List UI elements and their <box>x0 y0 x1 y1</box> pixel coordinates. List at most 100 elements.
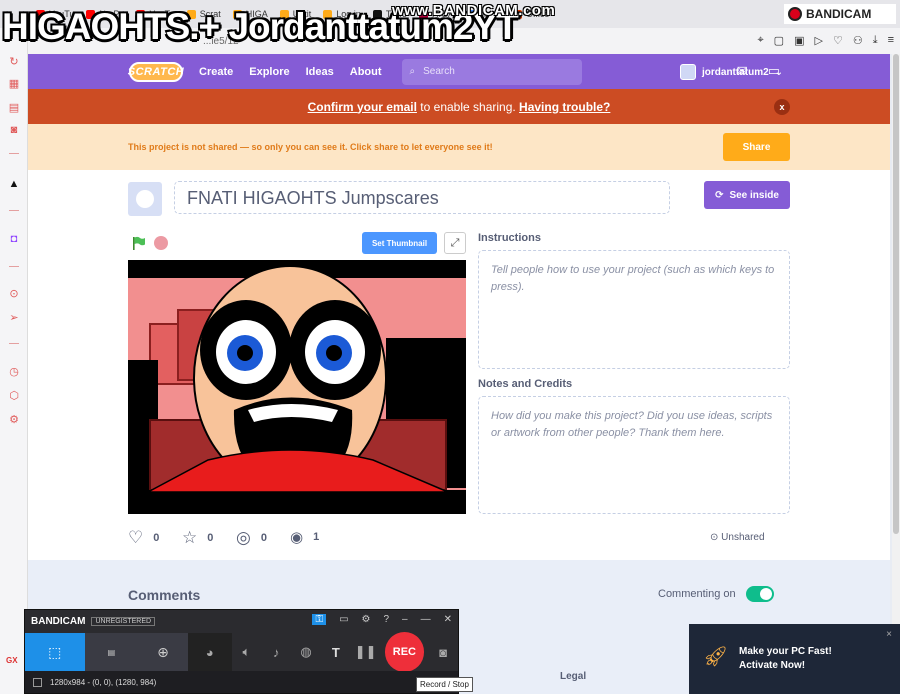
game-mode-button[interactable]: ⊕ <box>138 633 188 671</box>
see-inside-button[interactable]: ⟳ See inside <box>704 181 790 209</box>
nav-link-about[interactable]: About <box>350 66 382 78</box>
mouse-click-button[interactable]: ◍ <box>291 633 321 671</box>
sidebar-divider <box>9 343 19 344</box>
search-placeholder: Search <box>423 66 455 77</box>
heart-icon[interactable]: ♡ <box>833 34 843 47</box>
capture-resolution: 1280x984 - (0, 0), (1280, 984) <box>50 677 157 687</box>
minimize-small-icon[interactable]: – <box>402 614 408 625</box>
player-icon[interactable]: ⊙ <box>8 288 20 300</box>
project-page: FNATI HIGAOHTS Jumpscares ⟳ See inside S… <box>28 170 890 560</box>
close-icon[interactable]: × <box>886 629 892 640</box>
nav-link-ideas[interactable]: Ideas <box>306 66 334 78</box>
share-status: ⊙ Unshared <box>710 532 765 543</box>
favorite-count: 0 <box>207 532 214 544</box>
nav-link-create[interactable]: Create <box>199 66 233 78</box>
bandicam-status-bar: 1280x984 - (0, 0), (1280, 984) <box>25 671 458 693</box>
help-icon[interactable]: ? <box>383 614 389 625</box>
record-dot-icon <box>788 7 802 21</box>
love-stat[interactable]: ♡ 0 <box>128 528 159 548</box>
notes-credits-textarea[interactable]: How did you make this project? Did you u… <box>478 396 790 514</box>
bandicam-logo: BANDICAM <box>31 615 86 627</box>
share-status-text: Unshared <box>721 532 765 543</box>
project-owner-avatar[interactable] <box>128 182 162 216</box>
settings-icon[interactable]: ⚙ <box>362 614 371 625</box>
rocket-icon: 🚀︎ <box>703 646 729 668</box>
pause-button[interactable]: ❚❚ <box>351 633 381 671</box>
set-thumbnail-button[interactable]: Set Thumbnail <box>362 232 437 254</box>
speaker-button[interactable]: 🔈︎ <box>232 633 262 671</box>
send-icon[interactable]: ➢ <box>8 312 20 324</box>
sidebar-divider <box>9 153 19 154</box>
bandicam-watermark-logo: BANDICAM <box>784 4 896 24</box>
username: jordanttatum2 <box>702 66 769 78</box>
history-icon[interactable]: ↻ <box>8 56 20 68</box>
bag-icon[interactable]: ▤ <box>8 102 20 114</box>
account-icon[interactable]: ⚇ <box>853 34 863 47</box>
remix-count: 0 <box>260 532 267 544</box>
close-icon[interactable]: x <box>774 99 790 115</box>
confirm-email-link[interactable]: Confirm your email <box>308 100 417 114</box>
folder-icon[interactable]: ▭ <box>339 614 348 625</box>
commenting-toggle-row: Commenting on <box>658 586 774 602</box>
scratch-logo[interactable]: SCRATCH <box>128 61 184 82</box>
download-icon[interactable]: ⤓ <box>873 34 878 47</box>
scratch-nav-bar: SCRATCH Create Explore Ideas About ⌕ Sea… <box>28 54 890 89</box>
commenting-label: Commenting on <box>658 588 736 600</box>
gaming-icon[interactable]: ▦ <box>8 78 20 90</box>
sidebar-divider <box>9 266 19 267</box>
play-icon[interactable]: ▷ <box>814 34 822 47</box>
toast-title: Make your PC Fast! <box>739 646 832 657</box>
project-title-input[interactable]: FNATI HIGAOHTS Jumpscares <box>174 181 670 214</box>
commenting-toggle[interactable] <box>745 586 774 602</box>
twitch-icon[interactable]: ◘ <box>8 233 20 245</box>
gamepad-icon: ⊕ <box>157 643 169 660</box>
minimize-icon[interactable]: — <box>421 614 431 625</box>
nav-link-explore[interactable]: Explore <box>249 66 289 78</box>
messenger-icon[interactable]: ◙ <box>8 124 20 136</box>
settings-icon[interactable]: ⚙ <box>8 414 20 426</box>
avatar <box>680 64 696 80</box>
instructions-textarea[interactable]: Tell people how to use your project (suc… <box>478 250 790 369</box>
webcam-button[interactable]: ◕ <box>187 633 232 671</box>
app-icon[interactable]: ▲ <box>8 178 20 190</box>
search-input[interactable]: ⌕ Search <box>401 58 582 85</box>
bandicam-watermark-url: www.BANDICAM.com <box>392 2 556 19</box>
green-flag-icon[interactable] <box>132 236 146 250</box>
activation-toast[interactable]: × 🚀︎ Make your PC Fast! Activate Now! <box>689 624 900 694</box>
text-button[interactable]: T <box>321 633 351 671</box>
clock-icon[interactable]: ◷ <box>8 366 20 378</box>
screen-mode-button[interactable]: ⬚ <box>25 633 85 671</box>
extensions-icon[interactable]: ⬡ <box>8 390 20 402</box>
having-trouble-link[interactable]: Having trouble? <box>519 100 610 114</box>
microphone-button[interactable]: ♪ <box>261 633 291 671</box>
page-scrollbar[interactable] <box>892 54 900 694</box>
pin-icon[interactable]: ⌖ <box>757 34 763 47</box>
snapshot-icon[interactable]: ▢ <box>774 34 784 47</box>
close-icon[interactable]: ✕ <box>444 614 452 625</box>
screenshot-button[interactable]: ◙ <box>428 633 458 671</box>
project-stage[interactable] <box>128 260 466 514</box>
love-count: 0 <box>153 532 160 544</box>
eye-icon: ◉ <box>290 529 304 546</box>
favorite-stat[interactable]: ☆ 0 <box>182 528 213 548</box>
remix-stat: ◎ 0 <box>236 528 267 548</box>
pause-icon: ❚❚ <box>354 644 377 659</box>
hdmi-mode-button[interactable]: ▤ <box>84 633 139 671</box>
bandicam-controls: ⬚ ▤ ⊕ ◕ 🔈︎ ♪ ◍ T ❚❚ REC ◙ <box>25 632 458 672</box>
toast-subtitle: Activate Now! <box>739 660 806 671</box>
mouse-icon: ◍ <box>300 644 312 659</box>
notes-credits-label: Notes and Credits <box>478 378 573 390</box>
bandicam-toolbar: BANDICAM UNREGISTERED ⚿ ▭ ⚙ ? – — ✕ ⬚ ▤ … <box>24 609 459 694</box>
share-button[interactable]: Share <box>723 133 790 161</box>
user-menu[interactable]: jordanttatum2 ⌄ <box>680 64 783 80</box>
tab-menu-icon[interactable]: ▣ <box>794 34 804 47</box>
region-checkbox[interactable] <box>33 677 42 687</box>
menu-icon[interactable]: ≡ <box>888 34 894 47</box>
webcam-icon: ◕ <box>205 644 214 660</box>
text-icon: T <box>331 644 340 660</box>
heart-icon: ♡ <box>128 528 144 547</box>
fullscreen-icon[interactable]: ⤢ <box>444 232 466 254</box>
lock-icon[interactable]: ⚿ <box>312 614 327 625</box>
stop-icon[interactable] <box>154 236 168 250</box>
record-button[interactable]: REC <box>384 632 425 672</box>
